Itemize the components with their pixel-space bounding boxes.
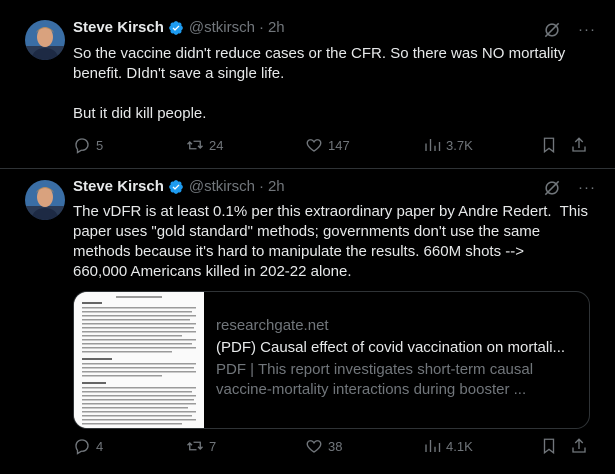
repost-count: 7 [209, 438, 217, 454]
author-handle[interactable]: @stkirsch [189, 178, 255, 195]
dot-separator: · [258, 19, 264, 36]
link-card[interactable]: researchgate.net (PDF) Causal effect of … [73, 291, 590, 429]
bookmark-icon[interactable] [540, 437, 558, 455]
repost-icon [187, 140, 203, 150]
repost-icon [187, 441, 203, 451]
like-count: 147 [328, 137, 350, 153]
avatar[interactable] [25, 180, 65, 220]
avatar[interactable] [25, 20, 65, 60]
views-icon [425, 139, 441, 151]
link-card-domain: researchgate.net [216, 317, 329, 334]
link-card-description: PDF | This report investigates short-ter… [216, 361, 534, 398]
more-icon[interactable]: ··· [578, 21, 596, 38]
like-icon [306, 440, 322, 453]
share-icon[interactable] [570, 437, 588, 455]
tweet-text: So the vaccine didn't reduce cases or th… [73, 45, 566, 122]
author-handle[interactable]: @stkirsch [189, 19, 255, 36]
grok-icon[interactable] [542, 20, 562, 40]
views-count: 4.1K [446, 438, 473, 454]
views-count: 3.7K [446, 137, 473, 153]
tweet-2[interactable]: Steve Kirsch @stkirsch · 2h ··· The vDFR… [0, 168, 615, 474]
more-icon[interactable]: ··· [578, 179, 596, 196]
grok-icon[interactable] [542, 178, 562, 198]
author-name[interactable]: Steve Kirsch [73, 19, 164, 36]
reply-count: 4 [96, 438, 104, 454]
link-card-thumbnail [74, 292, 204, 428]
action-bar: 5 24 147 3.7K [73, 136, 593, 156]
repost-count: 24 [209, 137, 224, 153]
views-button[interactable]: 3.7K [423, 136, 473, 154]
like-button[interactable]: 38 [305, 437, 342, 455]
reply-button[interactable]: 4 [73, 437, 103, 455]
verified-badge-icon [169, 179, 183, 194]
reply-icon [75, 439, 89, 455]
like-count: 38 [328, 438, 343, 454]
views-icon [425, 440, 441, 452]
like-button[interactable]: 147 [305, 136, 350, 154]
share-icon[interactable] [570, 136, 588, 154]
like-icon [306, 139, 322, 152]
action-bar: 4 7 38 4.1K [73, 437, 593, 457]
reply-button[interactable]: 5 [73, 136, 103, 154]
timestamp[interactable]: 2h [268, 178, 285, 195]
verified-badge-icon [169, 20, 183, 35]
tweet-header: Steve Kirsch @stkirsch · 2h [73, 178, 285, 195]
reply-count: 5 [96, 137, 104, 153]
views-button[interactable]: 4.1K [423, 437, 473, 455]
repost-button[interactable]: 24 [186, 136, 223, 154]
link-card-text: researchgate.net (PDF) Causal effect of … [216, 316, 581, 400]
tweet-1[interactable]: Steve Kirsch @stkirsch · 2h ··· So the v… [0, 0, 615, 168]
reply-icon [75, 138, 89, 154]
link-card-title: (PDF) Causal effect of covid vaccination… [216, 339, 566, 356]
bookmark-icon[interactable] [540, 136, 558, 154]
timestamp[interactable]: 2h [268, 19, 285, 36]
author-name[interactable]: Steve Kirsch [73, 178, 164, 195]
tweet-text: The vDFR is at least 0.1% per this extra… [73, 203, 588, 280]
repost-button[interactable]: 7 [186, 437, 216, 455]
tweet-header: Steve Kirsch @stkirsch · 2h [73, 19, 285, 36]
dot-separator: · [258, 178, 264, 195]
